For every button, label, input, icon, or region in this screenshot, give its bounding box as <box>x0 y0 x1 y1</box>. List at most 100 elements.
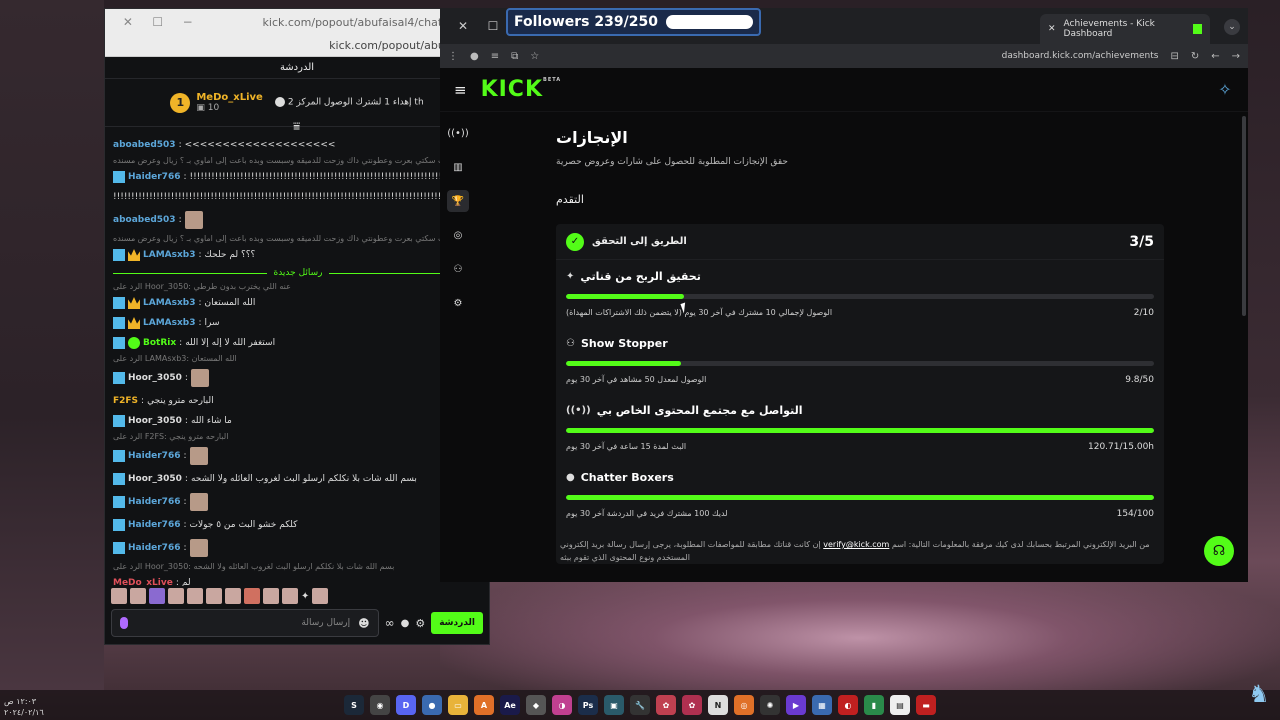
chat-message[interactable]: Haider766: <box>113 489 483 515</box>
emote-icon[interactable] <box>312 588 329 604</box>
chat-message[interactable]: Haider766: <box>113 443 483 469</box>
chat-username[interactable]: BotRix <box>143 333 176 353</box>
app-icon[interactable]: ▬ <box>916 695 936 715</box>
help-chat-button[interactable]: ☊ <box>1204 536 1234 566</box>
app-icon[interactable]: ▶ <box>786 695 806 715</box>
emote-icon[interactable] <box>244 588 260 604</box>
app-icon[interactable]: ▦ <box>812 695 832 715</box>
app-icon[interactable]: ✿ <box>682 695 702 715</box>
emote-icon[interactable] <box>187 588 203 604</box>
app-icon[interactable]: ▣ <box>604 695 624 715</box>
chat-username[interactable]: aboabed503 <box>113 135 176 155</box>
chat-username[interactable]: Haider766 <box>128 446 180 466</box>
reply-context[interactable]: الرد على: عشتي عيرت سكتي بعرت وعطونتي دا… <box>113 155 483 167</box>
bookmark-star-icon[interactable]: ☆ <box>530 51 539 62</box>
chrome-icon[interactable]: ◉ <box>370 695 390 715</box>
chat-message[interactable]: F2FS: البارحه مترو ينجي <box>113 391 483 411</box>
chat-username[interactable]: F2FS <box>113 391 138 411</box>
chat-message[interactable]: aboabed503: <box>113 207 483 233</box>
emote-icon[interactable] <box>149 588 165 604</box>
emote-icon[interactable] <box>130 588 146 604</box>
chat-message-input[interactable]: إرسال رسالة ☻ <box>111 609 379 637</box>
reply-context[interactable]: الرد على: عشتي عيرت سكتي بعرت وعطونتي دا… <box>113 233 483 245</box>
sidebar-item-settings-icon[interactable]: ⚙ <box>447 292 469 314</box>
kick-logo[interactable]: KICKBETA <box>481 77 562 102</box>
reload-icon[interactable]: ↻ <box>1191 51 1199 62</box>
system-clock[interactable]: ١٢:٠٣ ص ٢٠٢٤/٠٢/١٦ <box>4 696 44 718</box>
chat-username[interactable]: Haider766 <box>128 538 180 558</box>
points-icon[interactable]: ● <box>401 618 410 629</box>
sidebar-item-analytics-icon[interactable]: ▥ <box>447 156 469 178</box>
back-icon[interactable]: ← <box>1211 51 1219 62</box>
chat-username[interactable]: MeDo_xLive <box>113 573 173 586</box>
chat-message[interactable]: Haider766: <box>113 535 483 561</box>
chat-message[interactable]: Haider766:!!!!!!!!!!!!!!!!!!!!!!!!!!!!!!… <box>113 167 483 187</box>
scrollbar[interactable] <box>1242 116 1246 316</box>
emote-icon[interactable] <box>282 588 298 604</box>
extensions-icon[interactable]: ⧉ <box>511 51 518 62</box>
hamburger-menu-icon[interactable]: ≡ <box>454 81 467 99</box>
chat-username[interactable]: LAMAsxb3 <box>143 293 196 313</box>
app-icon[interactable]: ● <box>422 695 442 715</box>
photoshop-icon[interactable]: Ps <box>578 695 598 715</box>
blender-icon[interactable]: ◎ <box>734 695 754 715</box>
maximize-icon[interactable]: ☐ <box>143 15 173 29</box>
chat-username[interactable]: aboabed503 <box>113 210 176 230</box>
sidebar-item-achievements-icon[interactable]: 🏆 <box>447 190 469 212</box>
emoji-icon[interactable]: ☻ <box>358 617 369 630</box>
discord-icon[interactable]: D <box>396 695 416 715</box>
chat-message[interactable]: LAMAsxb3: ؟؟؟ لم حلحك <box>113 245 483 265</box>
microphone-icon[interactable] <box>120 617 128 629</box>
app-icon[interactable]: ◑ <box>552 695 572 715</box>
user-avatar-icon[interactable]: ✧ <box>1216 80 1234 99</box>
chat-username[interactable]: Hoor_3050 <box>128 368 182 388</box>
app-icon[interactable]: ✿ <box>656 695 676 715</box>
app-icon[interactable]: ▤ <box>890 695 910 715</box>
emote-icon[interactable] <box>168 588 184 604</box>
app-icon[interactable]: ◆ <box>526 695 546 715</box>
chat-message[interactable]: LAMAsxb3: سرا <box>113 313 483 333</box>
forward-icon[interactable]: → <box>1232 51 1240 62</box>
app-icon[interactable]: ◐ <box>838 695 858 715</box>
chat-settings-icon[interactable]: ⚙ <box>415 617 425 630</box>
chevron-down-icon[interactable]: ⌄ <box>1224 19 1240 35</box>
minimize-icon[interactable]: − <box>173 15 203 29</box>
chat-message[interactable]: aboabed503: <<<<<<<<<<<<<<<<<<<< <box>113 135 483 155</box>
reading-list-icon[interactable]: ≡ <box>491 51 499 62</box>
chat-username[interactable]: LAMAsxb3 <box>143 313 196 333</box>
wrench-icon[interactable]: 🔧 <box>630 695 650 715</box>
maximize-window-icon[interactable]: ☐ <box>478 19 508 33</box>
after-effects-icon[interactable]: Ae <box>500 695 520 715</box>
chat-username[interactable]: Haider766 <box>128 515 180 535</box>
profile-avatar-icon[interactable]: ● <box>470 51 479 62</box>
reply-context[interactable]: الرد على Hoor_3050: بسم الله شات بلا نكل… <box>113 561 483 573</box>
reply-context[interactable]: الرد على F2FS: البارحه مترو ينجي <box>113 431 483 443</box>
file-explorer-icon[interactable]: ▭ <box>448 695 468 715</box>
reply-context[interactable]: الرد على LAMAsxb3: الله المستعان <box>113 353 483 365</box>
chat-username[interactable]: Haider766 <box>128 167 180 187</box>
app-icon[interactable]: ✺ <box>760 695 780 715</box>
more-icon[interactable]: ⋮ <box>448 51 458 62</box>
chat-username[interactable]: Hoor_3050 <box>128 469 182 489</box>
close-icon[interactable]: ✕ <box>113 15 143 29</box>
emote-icon[interactable] <box>206 588 222 604</box>
chat-message[interactable]: Hoor_3050: <box>113 365 483 391</box>
emote-icon[interactable] <box>111 588 127 604</box>
chat-message[interactable]: BotRix: استغفر الله لا إله إلا الله <box>113 333 483 353</box>
emote-icon[interactable] <box>263 588 279 604</box>
chat-username[interactable]: LAMAsxb3 <box>143 245 196 265</box>
steam-icon[interactable]: S <box>344 695 364 715</box>
emote-icon[interactable] <box>225 588 241 604</box>
chat-username[interactable]: Haider766 <box>128 492 180 512</box>
chat-username[interactable]: Hoor_3050 <box>128 411 182 431</box>
chat-message[interactable]: MeDo_xLive: لم <box>113 573 483 586</box>
chat-message-list[interactable]: aboabed503: <<<<<<<<<<<<<<<<<<<< الرد على:… <box>105 131 489 586</box>
sparkle-icon[interactable]: ✦ <box>301 591 309 602</box>
chat-message[interactable]: Hoor_3050: ما شاء الله <box>113 411 483 431</box>
tab-close-icon[interactable]: ✕ <box>1048 24 1056 34</box>
chat-message[interactable]: LAMAsxb3: الله المستعان <box>113 293 483 313</box>
close-window-icon[interactable]: ✕ <box>448 19 478 33</box>
chat-message[interactable]: Hoor_3050: بسم الله شات بلا نكلكم ارسلو ا… <box>113 469 483 489</box>
chat-message[interactable]: !!!!!!!!!!!!!!!!!!!!!!!!!!!!!!!!!!!!!!!!… <box>113 187 483 207</box>
app-icon[interactable]: ▮ <box>864 695 884 715</box>
